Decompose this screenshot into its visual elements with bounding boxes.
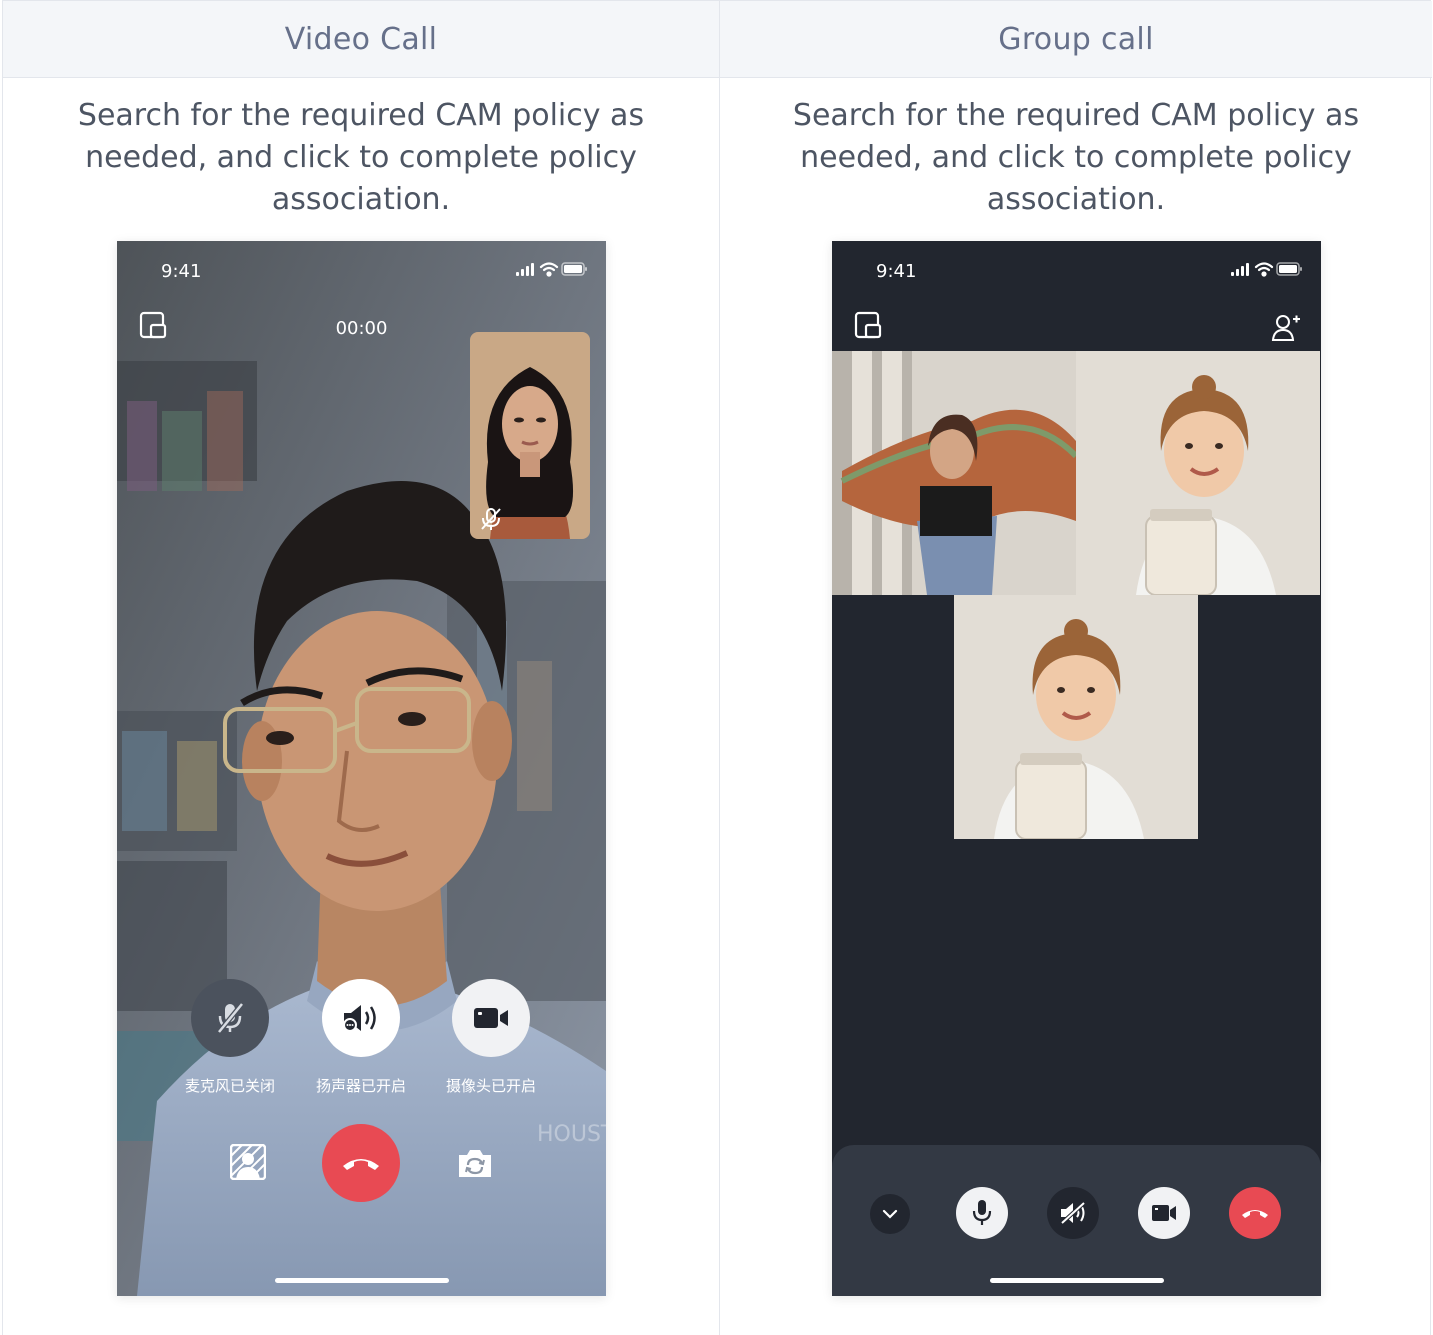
blur-background-icon	[229, 1143, 267, 1181]
microphone-icon	[972, 1200, 992, 1225]
status-time: 9:41	[876, 261, 917, 282]
speaker-toggle-button[interactable]	[322, 979, 400, 1057]
speaker-label: 扬声器已开启	[315, 1077, 406, 1095]
column-header-video-call: Video Call	[3, 1, 719, 78]
camera-label: 摄像头已开启	[445, 1077, 536, 1095]
add-user-icon	[1271, 315, 1300, 341]
hang-up-icon	[1242, 1210, 1268, 1218]
status-bar: 9:41	[832, 241, 1321, 301]
floating-window-button[interactable]	[854, 311, 882, 343]
hang-up-icon	[343, 1159, 379, 1170]
floating-window-icon	[854, 311, 882, 339]
switch-camera-button[interactable]	[457, 1147, 493, 1183]
local-video-preview[interactable]	[470, 332, 590, 539]
hang-up-button[interactable]	[322, 1124, 400, 1202]
blur-background-button[interactable]	[229, 1143, 267, 1184]
comparison-table: Video Call Search for the required CAM p…	[2, 0, 1432, 1335]
participant-video-tile[interactable]	[954, 595, 1198, 839]
battery-icon	[561, 262, 587, 276]
collapse-controls-button[interactable]	[870, 1194, 910, 1234]
wifi-icon	[1254, 262, 1274, 277]
home-indicator	[990, 1278, 1164, 1283]
system-icons	[1231, 261, 1303, 281]
status-time: 9:41	[161, 261, 202, 282]
microphone-label: 麦克风已关闭	[184, 1077, 275, 1095]
camera-toggle-button[interactable]	[452, 979, 530, 1057]
wifi-icon	[539, 262, 559, 277]
participant-video-tile[interactable]	[1076, 351, 1320, 595]
video-call-screenshot: HOUSTON 9:41	[117, 241, 606, 1296]
switch-camera-icon	[459, 1150, 491, 1177]
microphone-button[interactable]	[956, 1187, 1008, 1239]
video-camera-icon	[1152, 1205, 1176, 1221]
signal-icon	[1231, 263, 1249, 276]
camera-button[interactable]	[1138, 1187, 1190, 1239]
status-bar: 9:41	[117, 241, 606, 301]
video-call-column: Video Call Search for the required CAM p…	[3, 1, 719, 1335]
speaker-button[interactable]	[1047, 1187, 1099, 1239]
participant-video-tile[interactable]	[832, 351, 1076, 595]
speaker-muted-icon	[1060, 1201, 1086, 1225]
column-description: Search for the required CAM policy as ne…	[792, 98, 1360, 217]
column-description: Search for the required CAM policy as ne…	[77, 98, 645, 217]
signal-icon	[516, 263, 534, 276]
svg-text:HOUSTON: HOUSTON	[537, 1122, 606, 1147]
add-participant-button[interactable]	[1271, 313, 1301, 345]
group-call-screenshot: 9:41	[832, 241, 1321, 1296]
chevron-down-icon	[882, 1209, 898, 1219]
home-indicator	[275, 1278, 449, 1283]
muted-mic-icon	[481, 508, 501, 530]
speaker-icon	[343, 1005, 376, 1032]
system-icons	[516, 261, 588, 281]
battery-icon	[1276, 262, 1302, 276]
column-header-group-call: Group call	[720, 1, 1432, 78]
muted-mic-icon	[217, 1002, 244, 1034]
microphone-toggle-button[interactable]	[191, 979, 269, 1057]
video-camera-icon	[474, 1008, 508, 1028]
group-call-column: Group call Search for the required CAM p…	[719, 1, 1432, 1335]
hang-up-button[interactable]	[1229, 1187, 1281, 1239]
